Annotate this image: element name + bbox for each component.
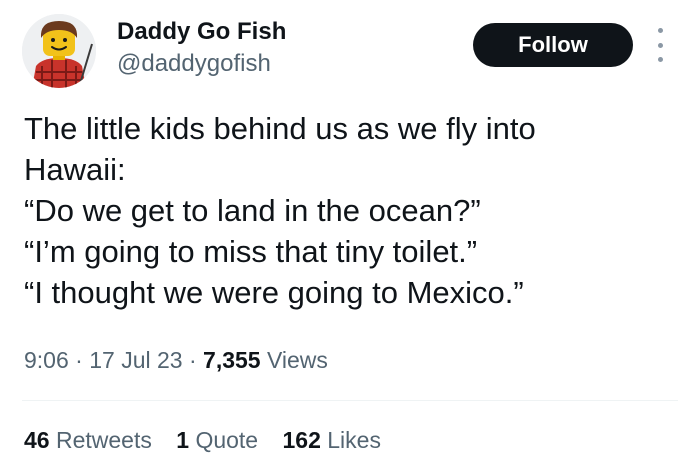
retweets-label: Retweets	[55, 427, 152, 453]
tweet-date[interactable]: 17 Jul 23	[89, 347, 182, 373]
tweet-time[interactable]: 9:06	[24, 347, 69, 373]
quotes-link[interactable]: 1 Quote	[176, 424, 258, 456]
lego-minifigure-avatar-icon	[22, 14, 96, 88]
dot	[657, 28, 663, 33]
tweet-meta: 9:06 · 17 Jul 23 · 7,355 Views	[24, 344, 328, 376]
likes-label: Likes	[327, 427, 381, 453]
quotes-count: 1	[176, 427, 190, 453]
meta-separator: ·	[75, 347, 83, 373]
author-display-name[interactable]: Daddy Go Fish	[117, 16, 286, 48]
more-options-icon[interactable]	[650, 28, 670, 62]
dot	[657, 57, 663, 62]
tweet-text-line: The little kids behind us as we fly into	[24, 111, 536, 146]
tweet-text-line: Hawaii:	[24, 152, 126, 187]
divider	[22, 400, 678, 401]
dot	[657, 42, 663, 48]
views-label: Views	[266, 347, 328, 373]
tweet-text: The little kids behind us as we fly into…	[24, 108, 684, 313]
likes-count: 162	[282, 427, 321, 453]
retweets-count: 46	[24, 427, 50, 453]
tweet-card: Daddy Go Fish @daddygofish Follow The li…	[0, 0, 700, 476]
engagement-stats: 46 Retweets 1 Quote 162 Likes	[24, 424, 399, 456]
author-block: Daddy Go Fish @daddygofish	[117, 16, 286, 80]
author-handle[interactable]: @daddygofish	[117, 48, 286, 80]
views-count: 7,355	[203, 347, 261, 373]
tweet-text-line: “I thought we were going to Mexico.”	[24, 275, 524, 310]
tweet-text-line: “I’m going to miss that tiny toilet.”	[24, 234, 478, 269]
quotes-label: Quote	[195, 427, 259, 453]
avatar[interactable]	[22, 14, 96, 88]
meta-separator: ·	[188, 347, 197, 373]
follow-button[interactable]: Follow	[473, 23, 633, 67]
likes-link[interactable]: 162 Likes	[282, 424, 380, 456]
retweets-link[interactable]: 46 Retweets	[24, 424, 152, 456]
tweet-text-line: “Do we get to land in the ocean?”	[24, 193, 481, 228]
